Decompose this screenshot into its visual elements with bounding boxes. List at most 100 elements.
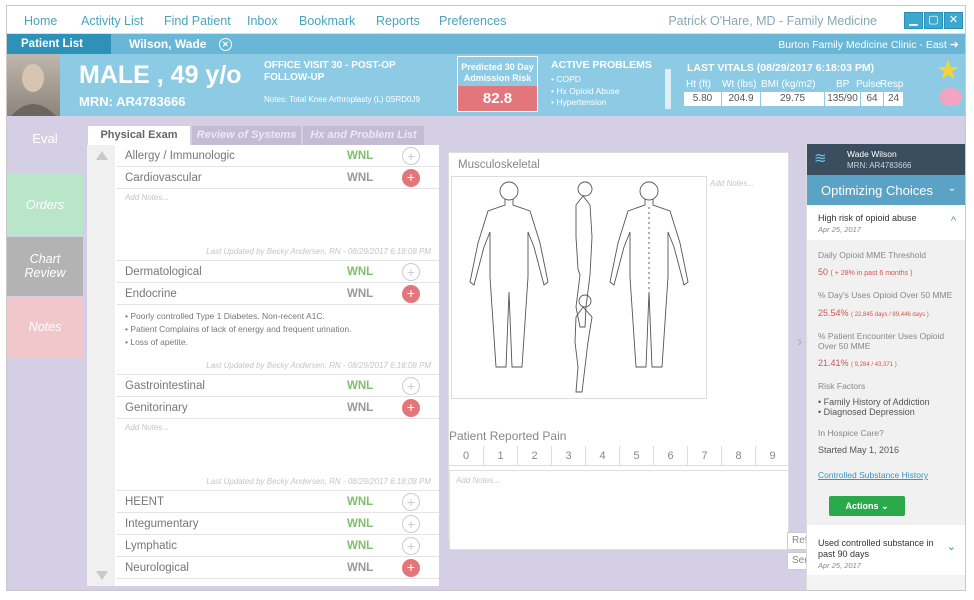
scroll-up-icon[interactable]: [96, 151, 108, 160]
msk-expand-icon[interactable]: ›: [797, 333, 802, 349]
wnl-toggle[interactable]: WNL: [347, 402, 373, 414]
chevron-up-icon[interactable]: ^: [951, 215, 956, 227]
chevron-down-icon[interactable]: ⌄: [947, 540, 956, 553]
pain-scale-option[interactable]: 5: [619, 446, 653, 466]
msk-notes-input[interactable]: Add Notes...: [710, 179, 754, 188]
exam-row[interactable]: Gastrointestinal WNL +: [117, 375, 439, 397]
pain-scale-option[interactable]: 8: [721, 446, 755, 466]
exam-row-label: Lymphatic: [125, 540, 177, 552]
controlled-substance-link[interactable]: Controlled Substance History: [818, 470, 928, 480]
nav-bookmark[interactable]: Bookmark: [299, 14, 355, 28]
nav-notes[interactable]: Notes: [7, 297, 83, 358]
tab-physical-exam[interactable]: Physical Exam: [88, 126, 190, 145]
add-finding-icon[interactable]: +: [402, 263, 420, 281]
visit-notes: Notes: Total Knee Arthroplasty (L) 0SRD0…: [264, 95, 420, 104]
wnl-toggle[interactable]: WNL: [347, 266, 373, 278]
pain-scale-option[interactable]: 2: [517, 446, 551, 466]
exam-notes[interactable]: Add Notes... Last Updated by Becky Anders…: [117, 419, 439, 491]
nav-eval[interactable]: Eval: [7, 131, 83, 171]
avatar: [7, 54, 60, 116]
pain-scale-option[interactable]: 6: [653, 446, 687, 466]
tab-review-of-systems[interactable]: Review of Systems: [192, 126, 301, 145]
vitals-title: LAST VITALS (08/29/2017 6:18:03 PM): [687, 62, 875, 74]
body-diagram: [469, 181, 689, 393]
nav-orders[interactable]: Orders: [7, 174, 83, 236]
nav-reports[interactable]: Reports: [376, 14, 420, 28]
maximize-icon[interactable]: ▢: [924, 12, 943, 29]
pain-scale-option[interactable]: 1: [483, 446, 517, 466]
exam-notes[interactable]: • Poorly controlled Type 1 Diabetes. Non…: [117, 305, 439, 375]
exam-row-label: Integumentary: [125, 518, 199, 530]
exam-row[interactable]: Cardiovascular WNL +: [117, 167, 439, 189]
exam-row[interactable]: Genitorinary WNL +: [117, 397, 439, 419]
exam-row[interactable]: HEENT WNL +: [117, 491, 439, 513]
risk-factors-label: Risk Factors: [818, 381, 866, 391]
problems-list: • COPD • Hx Opioid Abuse • Hypertension: [551, 74, 668, 114]
chevron-down-icon[interactable]: ⌄: [948, 183, 956, 194]
ser-button[interactable]: Ser: [787, 552, 808, 570]
add-finding-icon[interactable]: +: [402, 559, 420, 577]
logout-icon[interactable]: ➜: [950, 39, 959, 51]
ref-button[interactable]: Ref: [787, 532, 808, 550]
pain-scale-option[interactable]: 7: [687, 446, 721, 466]
exam-scrollbar[interactable]: [87, 145, 115, 586]
close-tab-icon[interactable]: ✕: [218, 38, 232, 52]
patient-list-tab[interactable]: Patient List: [7, 34, 111, 54]
pain-scale-option[interactable]: 4: [585, 446, 619, 466]
wnl-toggle[interactable]: WNL: [347, 380, 373, 392]
hospice-label: In Hospice Care?: [818, 428, 884, 438]
pain-scale-option[interactable]: 0: [449, 446, 483, 466]
body-back: [609, 181, 689, 368]
nav-chart-review[interactable]: Chart Review: [7, 237, 83, 296]
body-diagram-frame[interactable]: [451, 176, 707, 399]
exam-row[interactable]: Dermatological WNL +: [117, 261, 439, 283]
exam-row[interactable]: Allergy / Immunologic WNL +: [117, 145, 439, 167]
exam-row[interactable]: Endocrine WNL +: [117, 283, 439, 305]
add-finding-icon[interactable]: +: [402, 169, 420, 187]
optimizing-choices-sidebar: ≋ Wade Wilson MRN: AR4783666 Optimizing …: [806, 144, 965, 590]
exam-row[interactable]: Lymphatic WNL +: [117, 535, 439, 557]
nav-activity-list[interactable]: Activity List: [81, 14, 144, 28]
problems-scrollbar[interactable]: [665, 69, 671, 109]
vital-value: 204.9: [722, 92, 760, 106]
exam-row[interactable]: Integumentary WNL +: [117, 513, 439, 535]
nav-inbox[interactable]: Inbox: [247, 14, 278, 28]
exam-row-label: Cardiovascular: [125, 172, 202, 184]
body-front: [469, 181, 549, 368]
chat-icon[interactable]: [939, 88, 962, 106]
risk-label: Predicted 30 Day Admission Risk: [461, 62, 534, 83]
add-finding-icon[interactable]: +: [402, 285, 420, 303]
add-finding-icon[interactable]: +: [402, 399, 420, 417]
scroll-down-icon[interactable]: [96, 571, 108, 580]
wnl-toggle[interactable]: WNL: [347, 518, 373, 530]
star-icon[interactable]: ★: [936, 57, 960, 84]
exam-row[interactable]: Neurological WNL +: [117, 557, 439, 579]
close-icon[interactable]: ✕: [944, 12, 963, 29]
exam-notes[interactable]: Add Notes... Last Updated by Becky Anders…: [117, 189, 439, 261]
minimize-icon[interactable]: ▁: [904, 12, 923, 29]
add-finding-icon[interactable]: +: [402, 377, 420, 395]
add-finding-icon[interactable]: +: [402, 493, 420, 511]
wnl-toggle[interactable]: WNL: [347, 562, 373, 574]
patient-tab-wilson[interactable]: Wilson, Wade ✕: [111, 34, 251, 54]
nav-home[interactable]: Home: [24, 14, 57, 28]
pain-notes[interactable]: Add Notes...: [449, 470, 789, 550]
add-finding-icon[interactable]: +: [402, 147, 420, 165]
wnl-toggle[interactable]: WNL: [347, 172, 373, 184]
actions-button[interactable]: Actions ⌄: [829, 496, 905, 516]
sidebar-title-bar[interactable]: Optimizing Choices ⌄: [807, 175, 965, 205]
wnl-toggle[interactable]: WNL: [347, 288, 373, 300]
app-window: Home Activity List Find Patient Inbox Bo…: [6, 5, 966, 591]
vital-value: 64: [861, 92, 883, 106]
exam-row-label: Endocrine: [125, 288, 177, 300]
nav-preferences[interactable]: Preferences: [439, 14, 506, 28]
add-finding-icon[interactable]: +: [402, 537, 420, 555]
tab-hx-problem-list[interactable]: Hx and Problem List: [303, 126, 424, 145]
wnl-toggle[interactable]: WNL: [347, 496, 373, 508]
add-finding-icon[interactable]: +: [402, 515, 420, 533]
pain-scale-option[interactable]: 3: [551, 446, 585, 466]
wnl-toggle[interactable]: WNL: [347, 540, 373, 552]
pain-scale-option[interactable]: 9: [755, 446, 789, 466]
wnl-toggle[interactable]: WNL: [347, 150, 373, 162]
nav-find-patient[interactable]: Find Patient: [164, 14, 231, 28]
